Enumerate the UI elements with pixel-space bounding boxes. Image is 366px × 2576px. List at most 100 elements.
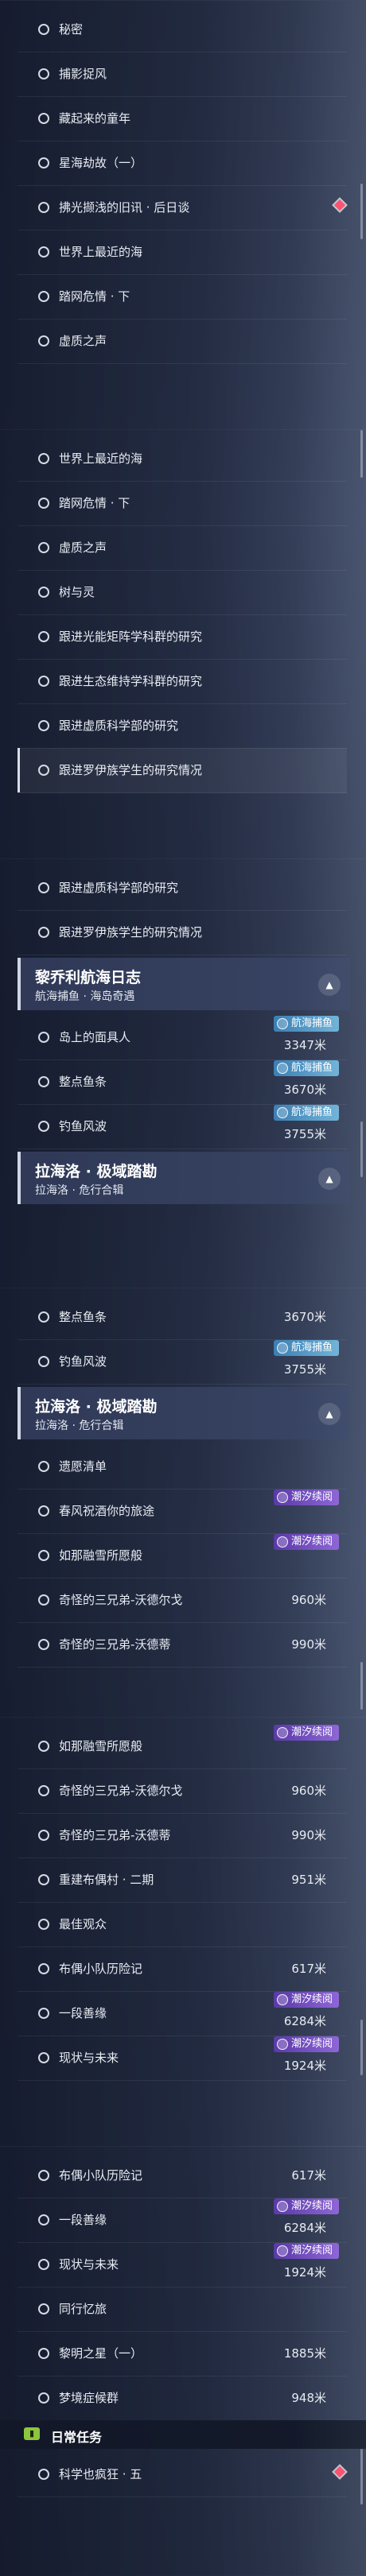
new-marker-icon (333, 199, 346, 211)
quest-row[interactable]: 虚质之声 (18, 319, 347, 364)
quest-status-circle-icon (38, 2052, 49, 2063)
scrollbar-thumb[interactable] (360, 2020, 363, 2075)
quest-panel: 整点鱼条 3670米 钓鱼风波 航海捕鱼 3755米 拉海洛 · 极域踏勘 拉海洛 · 危行… (0, 1288, 366, 1718)
quest-title: 踏网危情 · 下 (59, 496, 130, 510)
quest-row[interactable]: 拂光撷浅的旧讯 · 后日谈 (18, 185, 347, 230)
quest-row[interactable]: 重建布偶村 · 二期 951米 (18, 1857, 347, 1903)
tag-emblem-icon (276, 1492, 288, 1503)
quest-row[interactable]: 踏网危情 · 下 (18, 481, 347, 526)
quest-row[interactable]: 跟进虚质科学部的研究 (18, 866, 347, 911)
quest-row[interactable]: 现状与未来 潮汐续阅 1924米 (18, 2036, 347, 2081)
quest-status-circle-icon (38, 498, 49, 509)
quest-group-header[interactable]: 拉海洛 · 极域踏勘 拉海洛 · 危行合辑 ▲ (18, 1152, 350, 1204)
quest-row[interactable]: 如那融雪所愿般 潮汐续阅 (18, 1533, 347, 1579)
quest-status-circle-icon (38, 1505, 49, 1517)
quest-row[interactable]: 布偶小队历险记 617米 (18, 1947, 347, 1992)
quest-tag-label: 潮汐续阅 (290, 1726, 333, 1738)
quest-status-circle-icon (38, 2214, 49, 2225)
quest-row[interactable]: 奇怪的三兄弟-沃德尔戈 960米 (18, 1578, 347, 1623)
quest-title: 科学也疯狂 · 五 (59, 2467, 142, 2481)
quest-row[interactable]: 一段善缘 潮汐续阅 6284米 (18, 1991, 347, 2036)
quest-row[interactable]: 虚质之声 (18, 525, 347, 571)
quest-title: 奇怪的三兄弟-沃德蒂 (59, 1828, 171, 1842)
quest-title: 跟进罗伊族学生的研究情况 (59, 925, 203, 939)
scrollbar-thumb[interactable] (360, 1662, 363, 1710)
quest-row[interactable]: 同行忆旅 (18, 2287, 347, 2332)
quest-row[interactable]: 秘密 (18, 7, 347, 52)
quest-row[interactable]: 钓鱼风波 航海捕鱼 3755米 (18, 1104, 347, 1149)
scrollbar-thumb[interactable] (360, 1121, 363, 1177)
quest-row[interactable]: 一段善缘 潮汐续阅 6284米 (18, 2198, 347, 2243)
scrollbar-thumb[interactable] (360, 184, 363, 239)
quest-row[interactable]: 现状与未来 潮汐续阅 1924米 (18, 2242, 347, 2287)
quest-row[interactable]: 黎明之星（一） 1885米 (18, 2331, 347, 2377)
quest-title: 如那融雪所愿般 (59, 1739, 143, 1753)
quest-tag-badge: 航海捕鱼 (273, 1340, 339, 1356)
quest-row[interactable]: 钓鱼风波 航海捕鱼 3755米 (18, 1339, 347, 1385)
quest-tag-label: 潮汐续阅 (290, 2245, 333, 2256)
quest-row[interactable]: 捕影捉风 (18, 52, 347, 97)
quest-row[interactable]: 布偶小队历险记 617米 (18, 2153, 347, 2198)
quest-title: 拂光撷浅的旧讯 · 后日谈 (59, 200, 190, 215)
quest-row[interactable]: 春风祝酒你的旅途 潮汐续阅 (18, 1489, 347, 1534)
quest-row[interactable]: 如那融雪所愿般 潮汐续阅 (18, 1724, 347, 1769)
quest-row[interactable]: 世界上最近的海 (18, 230, 347, 275)
quest-title: 春风祝酒你的旅途 (59, 1504, 155, 1518)
quest-title: 跟进罗伊族学生的研究情况 (59, 763, 203, 777)
quest-row[interactable]: 奇怪的三兄弟-沃德蒂 990米 (18, 1813, 347, 1858)
quest-group-header[interactable]: 拉海洛 · 极域踏勘 拉海洛 · 危行合辑 ▲ (18, 1387, 350, 1439)
quest-status-circle-icon (38, 157, 49, 169)
scrollbar-thumb[interactable] (360, 430, 363, 478)
quest-tag-label: 航海捕鱼 (290, 1106, 333, 1118)
quest-title: 跟进虚质科学部的研究 (59, 881, 179, 895)
quest-tag-badge: 潮汐续阅 (273, 1489, 339, 1505)
quest-row[interactable]: 跟进罗伊族学生的研究情况 (18, 748, 347, 793)
quest-row[interactable]: 奇怪的三兄弟-沃德尔戈 960米 (18, 1768, 347, 1814)
quest-distance: 3670米 (283, 1083, 326, 1097)
quest-distance: 6284米 (283, 2014, 326, 2028)
quest-row[interactable]: 世界上最近的海 (18, 436, 347, 482)
quest-row[interactable]: 科学也疯狂 · 五 (18, 2452, 347, 2497)
tag-emblem-icon (276, 1107, 288, 1118)
quest-tag-label: 潮汐续阅 (290, 1993, 333, 2005)
quest-title: 秘密 (59, 22, 84, 37)
quest-title: 跟进光能矩阵学科群的研究 (59, 629, 203, 644)
quest-tag-label: 潮汐续阅 (290, 2038, 333, 2050)
quest-row[interactable]: 藏起来的童年 (18, 96, 347, 141)
quest-row[interactable]: 跟进虚质科学部的研究 (18, 703, 347, 749)
quest-row[interactable]: 树与灵 (18, 570, 347, 615)
quest-tag-label: 航海捕鱼 (290, 1017, 333, 1029)
quest-row[interactable]: 跟进生态维持学科群的研究 (18, 659, 347, 704)
quest-row[interactable]: 最佳观众 (18, 1902, 347, 1947)
quest-distance: 3347米 (283, 1038, 326, 1052)
scrollbar-thumb[interactable] (360, 2449, 363, 2504)
quest-row[interactable]: 整点鱼条 航海捕鱼 3670米 (18, 1059, 347, 1105)
quest-title: 奇怪的三兄弟-沃德尔戈 (59, 1593, 183, 1607)
quest-status-circle-icon (38, 2348, 49, 2359)
quest-row[interactable]: 星海劫故（一） (18, 141, 347, 186)
quest-distance: 3755米 (283, 1362, 326, 1377)
quest-status-circle-icon (38, 765, 49, 776)
quest-distance: 3755米 (283, 1127, 326, 1141)
quest-title: 如那融雪所愿般 (59, 1548, 143, 1563)
quest-row[interactable]: 奇怪的三兄弟-沃德蒂 990米 (18, 1622, 347, 1668)
collapse-chevron-icon[interactable]: ▲ (318, 1403, 341, 1425)
quest-title: 现状与未来 (59, 2051, 119, 2065)
quest-panel: 跟进虚质科学部的研究跟进罗伊族学生的研究情况黎乔利航海日志 航海捕鱼 · 海岛奇遇… (0, 858, 366, 1288)
daily-task-header[interactable]: ▮ 日常任务 (0, 2420, 366, 2449)
quest-row[interactable]: 踏网危情 · 下 (18, 274, 347, 320)
quest-row[interactable]: 遗愿清单 (18, 1444, 347, 1489)
quest-row[interactable]: 跟进罗伊族学生的研究情况 (18, 910, 347, 955)
quest-distance: 951米 (291, 1873, 326, 1887)
quest-distance: 960米 (291, 1784, 326, 1798)
collapse-chevron-icon[interactable]: ▲ (318, 1168, 341, 1190)
quest-tag-badge: 航海捕鱼 (273, 1016, 339, 1032)
collapse-chevron-icon[interactable]: ▲ (318, 974, 341, 996)
quest-group-header[interactable]: 黎乔利航海日志 航海捕鱼 · 海岛奇遇 ▲ (18, 958, 350, 1010)
quest-row[interactable]: 梦境症候群 948米 (18, 2376, 347, 2421)
quest-row[interactable]: 岛上的面具人 航海捕鱼 3347米 (18, 1015, 347, 1060)
quest-row[interactable]: 跟进光能矩阵学科群的研究 (18, 614, 347, 660)
quest-row[interactable]: 整点鱼条 3670米 (18, 1295, 347, 1340)
quest-status-circle-icon (38, 24, 49, 35)
quest-distance: 990米 (291, 1828, 326, 1842)
